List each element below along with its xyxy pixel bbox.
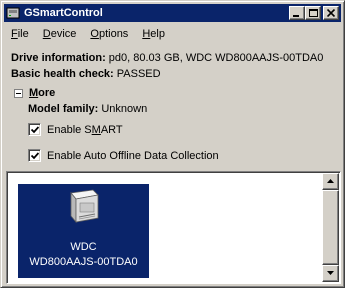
menu-file[interactable]: File [4,26,36,43]
close-icon [327,9,336,17]
drive-vendor-label: WDC [70,241,97,253]
model-family: Model family: Unknown [28,103,147,115]
auto-offline-checkbox-row[interactable]: Enable Auto Offline Data Collection [28,149,219,162]
menu-help-label: elp [150,28,165,40]
model-family-label: Model family: [28,103,99,115]
enable-smart-label-pre: Enable S [47,123,92,136]
maximize-button[interactable] [305,6,321,20]
checkmark-icon [31,152,39,160]
menu-help[interactable]: Help [135,26,172,43]
hard-drive-icon [70,189,99,224]
drive-model-label: WD800AAJS-00TDA0 [29,256,138,268]
menu-options[interactable]: Options [83,26,135,43]
menu-file-mnemonic: F [11,28,18,40]
scroll-thumb[interactable] [322,190,339,265]
checkmark-icon [31,126,39,134]
scroll-up-button[interactable] [322,173,339,190]
enable-smart-mnemonic: M [91,123,101,136]
more-label-rest: ore [38,87,56,99]
vertical-scrollbar[interactable] [322,173,339,282]
auto-offline-label[interactable]: Enable Auto Offline Data Collection [47,150,219,162]
menu-device-label: evice [50,28,77,40]
drive-item[interactable]: WDC WD800AAJS-00TDA0 [18,184,149,278]
menu-options-mnemonic: O [90,28,99,40]
scroll-down-button[interactable] [322,265,339,282]
maximize-icon [309,9,318,17]
model-family-value: Unknown [98,103,148,115]
enable-smart-checkbox-row[interactable]: Enable SMART [28,123,123,136]
collapse-icon[interactable] [14,88,23,98]
main-window: GSmartControl File Device Options Help D… [0,0,345,288]
more-mnemonic: M [29,87,39,99]
menu-options-label: ptions [98,28,129,40]
close-button[interactable] [323,6,339,20]
health-check-label: Basic health check: [11,68,114,80]
arrow-down-icon [327,271,334,275]
title-bar[interactable]: GSmartControl [4,4,341,22]
more-label[interactable]: More [29,87,55,99]
minimize-button[interactable] [289,6,305,20]
enable-smart-label[interactable]: Enable SMART [47,124,123,136]
menu-file-label: ile [17,28,29,40]
health-check-value: PASSED [113,68,161,80]
window-title: GSmartControl [24,7,103,19]
drive-information-value: pd0, 80.03 GB, WDC WD800AAJS-00TDA0 [105,52,324,64]
drive-list-panel: WDC WD800AAJS-00TDA0 [6,171,341,284]
more-expander[interactable]: More [11,87,55,99]
app-icon[interactable] [6,6,20,20]
menu-device[interactable]: Device [36,26,84,43]
enable-smart-label-post: ART [100,123,123,136]
basic-health-check: Basic health check: PASSED [11,68,161,80]
auto-offline-checkbox[interactable] [28,149,41,162]
arrow-up-icon [327,179,334,183]
window-controls [289,6,339,20]
drive-information: Drive information: pd0, 80.03 GB, WDC WD… [11,52,323,64]
menu-device-mnemonic: D [42,28,51,40]
minimize-icon [293,15,299,17]
menu-bar: File Device Options Help [4,25,172,44]
enable-smart-checkbox[interactable] [28,123,41,136]
drive-information-label: Drive information: [11,52,106,64]
